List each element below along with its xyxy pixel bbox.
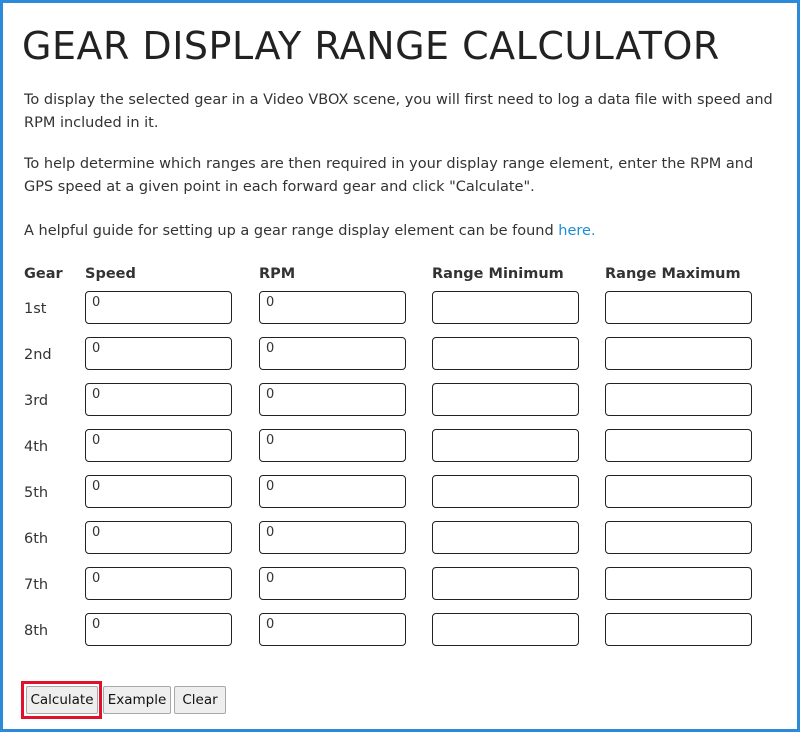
speed-input[interactable]	[85, 613, 232, 646]
gear-label: 4th	[24, 439, 49, 455]
rpm-input[interactable]	[259, 521, 406, 554]
column-header-gear: Gear	[24, 266, 63, 282]
range-maximum-input[interactable]	[605, 383, 752, 416]
range-maximum-input[interactable]	[605, 521, 752, 554]
gear-row: 4th	[0, 429, 800, 462]
rpm-input[interactable]	[259, 337, 406, 370]
range-minimum-input[interactable]	[432, 475, 579, 508]
guide-text: A helpful guide for setting up a gear ra…	[24, 223, 559, 239]
column-header-speed: Speed	[85, 266, 136, 282]
gear-label: 7th	[24, 577, 49, 593]
gear-row: 6th	[0, 521, 800, 554]
range-maximum-input[interactable]	[605, 429, 752, 462]
speed-input[interactable]	[85, 521, 232, 554]
range-minimum-input[interactable]	[432, 567, 579, 600]
gear-row: 1st	[0, 291, 800, 324]
range-minimum-input[interactable]	[432, 383, 579, 416]
intro-paragraph-2: To help determine which ranges are then …	[24, 156, 754, 195]
gear-label: 6th	[24, 531, 49, 547]
rpm-input[interactable]	[259, 567, 406, 600]
calculate-button[interactable]: Calculate	[26, 686, 98, 714]
rpm-input[interactable]	[259, 429, 406, 462]
page-title: GEAR DISPLAY RANGE CALCULATOR	[22, 24, 720, 68]
range-minimum-input[interactable]	[432, 521, 579, 554]
gear-label: 1st	[24, 301, 47, 317]
intro-paragraph-3: A helpful guide for setting up a gear ra…	[24, 220, 779, 243]
gear-row: 3rd	[0, 383, 800, 416]
range-maximum-input[interactable]	[605, 613, 752, 646]
range-minimum-input[interactable]	[432, 291, 579, 324]
speed-input[interactable]	[85, 567, 232, 600]
intro-paragraph-1: To display the selected gear in a Video …	[24, 92, 773, 131]
clear-button[interactable]: Clear	[174, 686, 226, 714]
speed-input[interactable]	[85, 383, 232, 416]
speed-input[interactable]	[85, 429, 232, 462]
rpm-input[interactable]	[259, 613, 406, 646]
rpm-input[interactable]	[259, 291, 406, 324]
speed-input[interactable]	[85, 337, 232, 370]
range-maximum-input[interactable]	[605, 337, 752, 370]
gear-row: 8th	[0, 613, 800, 646]
range-minimum-input[interactable]	[432, 337, 579, 370]
gear-label: 5th	[24, 485, 49, 501]
gear-row: 5th	[0, 475, 800, 508]
range-maximum-input[interactable]	[605, 567, 752, 600]
gear-label: 3rd	[24, 393, 49, 409]
speed-input[interactable]	[85, 475, 232, 508]
rpm-input[interactable]	[259, 383, 406, 416]
gear-row: 2nd	[0, 337, 800, 370]
range-maximum-input[interactable]	[605, 291, 752, 324]
column-header-rpm: RPM	[259, 266, 296, 282]
range-maximum-input[interactable]	[605, 475, 752, 508]
gear-row: 7th	[0, 567, 800, 600]
gear-label: 2nd	[24, 347, 52, 363]
column-header-range-maximum: Range Maximum	[605, 266, 741, 282]
gear-label: 8th	[24, 623, 49, 639]
speed-input[interactable]	[85, 291, 232, 324]
example-button[interactable]: Example	[103, 686, 171, 714]
range-minimum-input[interactable]	[432, 613, 579, 646]
guide-link[interactable]: here.	[558, 223, 595, 239]
rpm-input[interactable]	[259, 475, 406, 508]
range-minimum-input[interactable]	[432, 429, 579, 462]
column-header-range-minimum: Range Minimum	[432, 266, 564, 282]
